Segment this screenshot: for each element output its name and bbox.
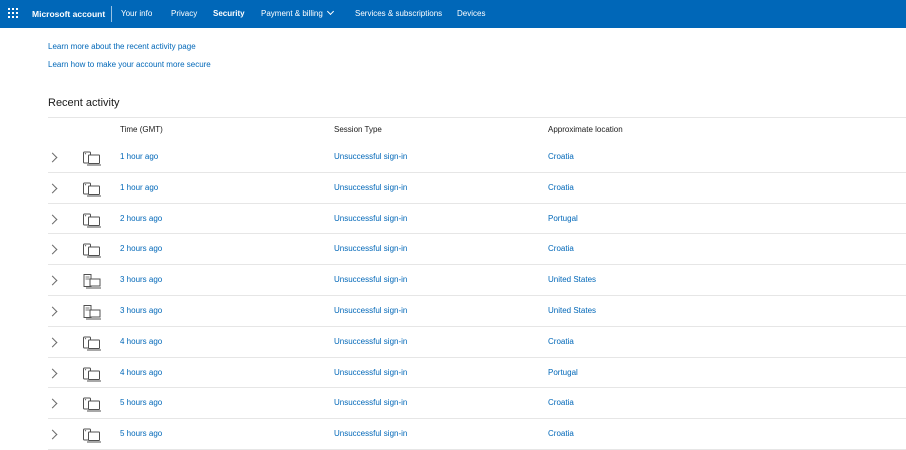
location-link[interactable]: Croatia [548, 142, 574, 172]
mobile-device-icon [82, 181, 102, 197]
learn-account-security-link[interactable]: Learn how to make your account more secu… [48, 60, 211, 69]
desktop-device-icon [82, 273, 102, 289]
session-type-link[interactable]: Unsuccessful sign-in [334, 234, 407, 264]
activity-time-link[interactable]: 2 hours ago [120, 204, 162, 234]
table-row[interactable]: 3 hours ago Unsuccessful sign-in United St… [47, 265, 906, 296]
expand-chevron-icon[interactable] [47, 243, 60, 255]
app-launcher-icon[interactable] [6, 6, 20, 20]
expand-chevron-icon[interactable] [47, 428, 60, 440]
nav-payment-billing-label: Payment & billing [261, 9, 323, 18]
location-link[interactable]: Croatia [548, 388, 574, 418]
activity-time-link[interactable]: 5 hours ago [120, 388, 162, 418]
activity-time-link[interactable]: 2 hours ago [120, 234, 162, 264]
mobile-device-icon [82, 212, 102, 228]
table-row[interactable]: 3 hours ago Unsuccessful sign-in United St… [47, 296, 906, 327]
activity-time-link[interactable]: 3 hours ago [120, 296, 162, 326]
nav-privacy[interactable]: Privacy [171, 0, 197, 28]
mobile-device-icon [82, 335, 102, 351]
expand-chevron-icon[interactable] [47, 182, 60, 194]
learn-recent-activity-link[interactable]: Learn more about the recent activity pag… [48, 42, 196, 51]
session-type-link[interactable]: Unsuccessful sign-in [334, 327, 407, 357]
section-title: Recent activity [48, 97, 120, 109]
activity-time-link[interactable]: 5 hours ago [120, 419, 162, 449]
scrolled-heading-fragment [48, 20, 128, 30]
activity-time-link[interactable]: 3 hours ago [120, 265, 162, 295]
location-link[interactable]: Croatia [548, 173, 574, 203]
nav-devices[interactable]: Devices [457, 0, 485, 28]
location-link[interactable]: Portugal [548, 358, 578, 388]
table-row[interactable]: 5 hours ago Unsuccessful sign-in Croatia [47, 388, 906, 420]
session-type-link[interactable]: Unsuccessful sign-in [334, 358, 407, 388]
activity-time-link[interactable]: 1 hour ago [120, 142, 158, 172]
nav-payment-billing[interactable]: Payment & billing [261, 0, 334, 28]
activity-time-link[interactable]: 4 hours ago [120, 327, 162, 357]
header-divider [48, 117, 906, 118]
location-link[interactable]: Croatia [548, 327, 574, 357]
session-type-link[interactable]: Unsuccessful sign-in [334, 388, 407, 418]
mobile-device-icon [82, 150, 102, 166]
location-link[interactable]: Portugal [548, 204, 578, 234]
desktop-device-icon [82, 304, 102, 320]
column-header-time: Time (GMT) [120, 125, 163, 134]
expand-chevron-icon[interactable] [47, 367, 60, 379]
mobile-device-icon [82, 396, 102, 412]
expand-chevron-icon[interactable] [47, 336, 60, 348]
top-navigation-bar: Microsoft account Your info Privacy Secu… [0, 0, 906, 28]
expand-chevron-icon[interactable] [47, 305, 60, 317]
session-type-link[interactable]: Unsuccessful sign-in [334, 173, 407, 203]
location-link[interactable]: United States [548, 265, 596, 295]
nav-security[interactable]: Security [213, 0, 245, 28]
mobile-device-icon [82, 242, 102, 258]
nav-services-subscriptions[interactable]: Services & subscriptions [355, 0, 442, 28]
mobile-device-icon [82, 366, 102, 382]
activity-table: 1 hour ago Unsuccessful sign-in Croatia 1 h… [47, 142, 906, 450]
activity-time-link[interactable]: 4 hours ago [120, 358, 162, 388]
table-row[interactable]: 5 hours ago Unsuccessful sign-in Croatia [47, 419, 906, 450]
mobile-device-icon [82, 427, 102, 443]
table-row[interactable]: 1 hour ago Unsuccessful sign-in Croatia [47, 142, 906, 173]
location-link[interactable]: Croatia [548, 234, 574, 264]
activity-time-link[interactable]: 1 hour ago [120, 173, 158, 203]
table-row[interactable]: 4 hours ago Unsuccessful sign-in Portugal [47, 358, 906, 389]
table-row[interactable]: 1 hour ago Unsuccessful sign-in Croatia [47, 173, 906, 204]
table-row[interactable]: 4 hours ago Unsuccessful sign-in Croatia [47, 327, 906, 358]
expand-chevron-icon[interactable] [47, 397, 60, 409]
expand-chevron-icon[interactable] [47, 213, 60, 225]
column-header-session-type: Session Type [334, 125, 382, 134]
session-type-link[interactable]: Unsuccessful sign-in [334, 265, 407, 295]
location-link[interactable]: Croatia [548, 419, 574, 449]
chevron-down-icon [326, 7, 334, 16]
table-row[interactable]: 2 hours ago Unsuccessful sign-in Croatia [47, 234, 906, 266]
location-link[interactable]: United States [548, 296, 596, 326]
session-type-link[interactable]: Unsuccessful sign-in [334, 204, 407, 234]
session-type-link[interactable]: Unsuccessful sign-in [334, 142, 407, 172]
column-header-location: Approximate location [548, 125, 623, 134]
table-row[interactable]: 2 hours ago Unsuccessful sign-in Portugal [47, 204, 906, 235]
session-type-link[interactable]: Unsuccessful sign-in [334, 419, 407, 449]
session-type-link[interactable]: Unsuccessful sign-in [334, 296, 407, 326]
expand-chevron-icon[interactable] [47, 274, 60, 286]
expand-chevron-icon[interactable] [47, 151, 60, 163]
